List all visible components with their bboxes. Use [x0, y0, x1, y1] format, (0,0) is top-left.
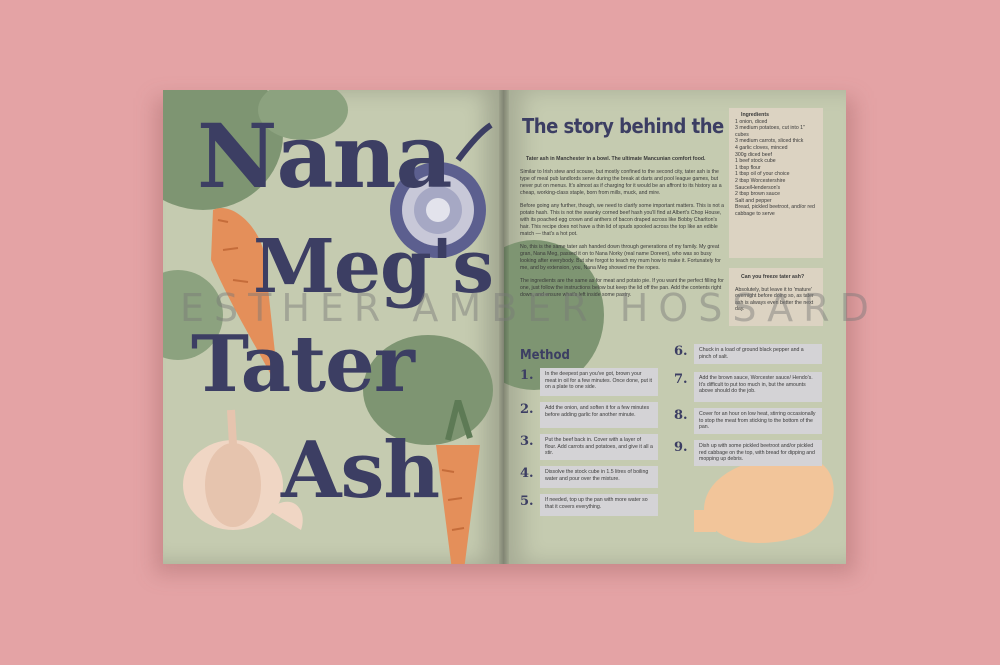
step-text: Dish up with some pickled beetroot and/o… [694, 440, 822, 466]
title-line-4: Ash [281, 425, 440, 516]
step-number: 6. [674, 344, 688, 359]
step-number: 1. [520, 368, 534, 383]
ingredient-item: 3 medium carrots, sliced thick [735, 138, 804, 145]
ingredients-box: Ingredients 1 onion, diced 3 medium pota… [729, 108, 823, 258]
story-paragraph: Before going any further, though, we nee… [520, 203, 725, 237]
step-text: Add the brown sauce, Worcester sauce/ He… [694, 372, 822, 402]
step-number: 3. [520, 434, 534, 449]
ingredients-heading: Ingredients [741, 112, 769, 118]
step-text: Put the beef back in. Cover with a layer… [540, 434, 658, 460]
step-number: 7. [674, 372, 688, 387]
step-text: Cover for an hour on low heat, stirring … [694, 408, 822, 434]
ingredient-item: Bread, pickled beetroot, and/or red cabb… [735, 204, 815, 217]
step-number: 8. [674, 408, 688, 423]
method-heading: Method [520, 348, 570, 363]
title-line-3: Tater [191, 319, 415, 410]
ingredient-item: 3 medium potatoes, cut into 1" cubes [735, 125, 805, 138]
ingredient-item: 1 beef stock cube [735, 158, 776, 165]
ingredient-item: 4 garlic cloves, minced [735, 144, 788, 151]
ingredient-item: 300g diced beef [735, 151, 772, 158]
title-line-1: Nana [197, 104, 452, 208]
step-text: Dissolve the stock cube in 1.5 litres of… [540, 466, 658, 488]
ingredient-item: Salt and pepper [735, 197, 772, 204]
watermark-text: ESTHER AMBER HOSSARD [180, 286, 879, 330]
ingredient-item: 2 tbsp brown sauce [735, 191, 780, 198]
story-text: Tater ash in Manchester in a bowl. The u… [520, 156, 728, 305]
story-paragraph: No, this is the same tater ash handed do… [520, 244, 721, 271]
ingredient-item: 1 tbsp flour [735, 164, 761, 171]
faq-question: Can you freeze tater ash? [741, 274, 805, 280]
ingredient-item: 2 tbsp Worcestershire Sauce/Henderson's [735, 177, 786, 191]
step-number: 5. [520, 494, 534, 509]
step-text: Chuck in a load of ground black pepper a… [694, 344, 822, 364]
step-number: 4. [520, 466, 534, 481]
step-number: 2. [520, 402, 534, 417]
step-text: If needed, top up the pan with more wate… [540, 494, 658, 516]
step-text: In the deepest pan you've got, brown you… [540, 368, 658, 396]
step-number: 9. [674, 440, 688, 455]
story-paragraph: Tater ash in Manchester in a bowl. The u… [526, 156, 706, 162]
ingredient-item: 1 tbsp oil of your choice [735, 171, 790, 178]
step-text: Add the onion, and soften it for a few m… [540, 402, 658, 428]
story-paragraph: Similar to Irish stew and scouse, but mo… [520, 169, 722, 196]
ingredient-item: 1 onion, diced [735, 118, 768, 125]
